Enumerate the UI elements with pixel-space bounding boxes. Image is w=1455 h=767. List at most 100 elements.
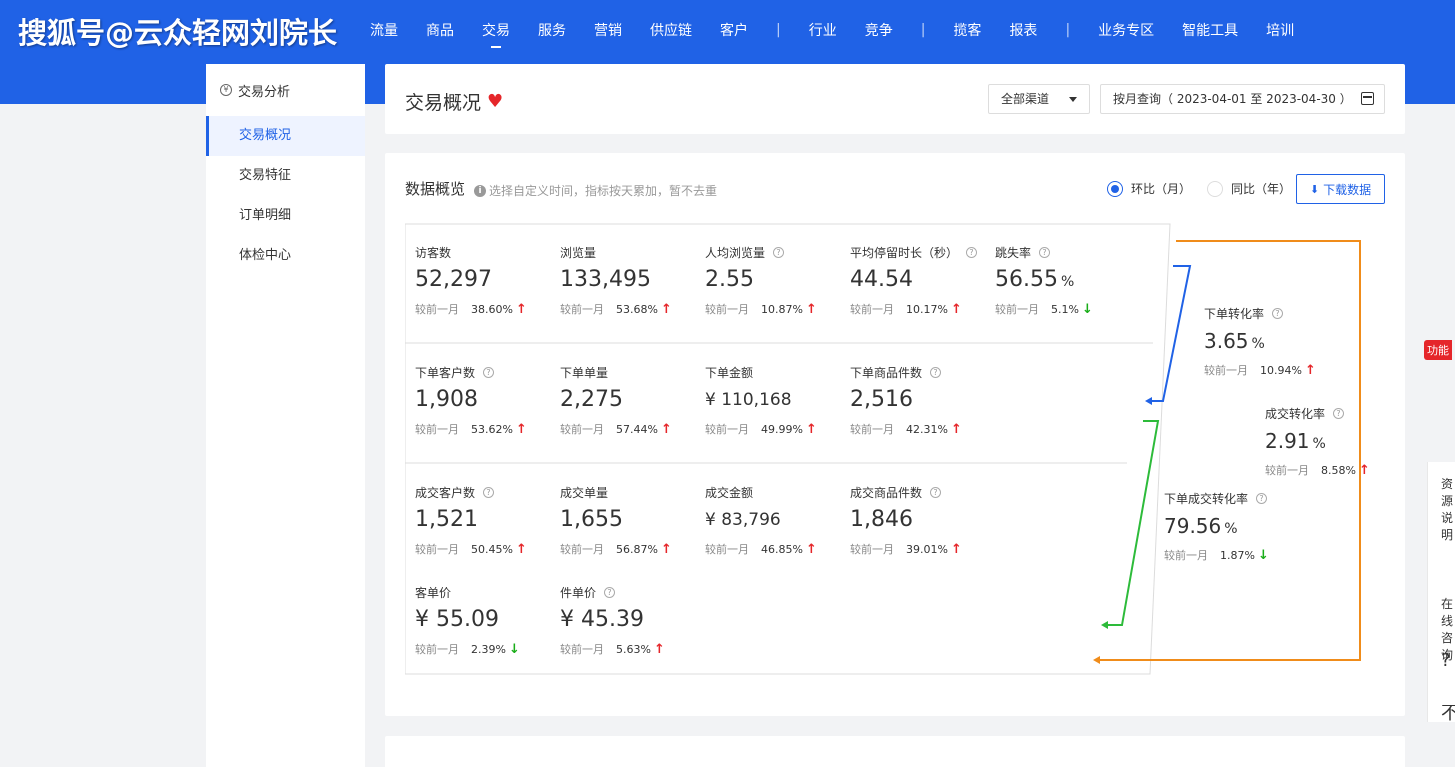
download-icon: ⬇ [1309,182,1320,196]
side-tool-docs[interactable]: 资源说明 [1441,476,1455,544]
sidebar-item-2[interactable]: 订单明细 [206,196,365,236]
arrow-up-icon: ↑ [950,301,962,317]
feature-tag[interactable]: 功能 [1424,340,1452,360]
sidebar-heading: ¥ 交易分析 [206,64,365,116]
metric-unit: % [1251,336,1265,352]
side-tool-help[interactable]: ? [1441,652,1455,669]
arrow-up-icon: ↑ [515,421,527,437]
metric-unit: % [1224,521,1238,537]
metric-value: 1,908 [415,387,478,412]
metric-value: 44.54 [850,267,913,292]
metric-label: 下单成交转化率? [1164,491,1304,506]
conversion-flow: 下单转化率? 3.65% 较前一月 10.94% ↑ 成交转化率? 2.91% 较前一月 8.5… [1085,233,1405,693]
side-tool-more[interactable]: 不 [1441,705,1455,722]
nav-item-0[interactable]: 流量 [370,20,398,40]
sidebar-heading-label: 交易分析 [238,84,291,100]
sidebar-item-0[interactable]: 交易概况 [206,116,365,156]
nav-item-4[interactable]: 营销 [594,20,622,40]
nav-item-8[interactable]: 行业 [809,20,837,40]
nav-item-15[interactable]: 智能工具 [1182,20,1238,40]
metric-label: 下单商品件数? [850,365,990,380]
help-icon[interactable]: ? [930,486,942,498]
nav-item-11[interactable]: 揽客 [953,20,981,40]
channel-select[interactable]: 全部渠道 [988,84,1090,114]
nav-item-2[interactable]: 交易 [482,20,510,48]
metric-label: 成交商品件数? [850,485,990,500]
metric-change: 57.44% [616,422,658,436]
metric-label: 下单客户数? [415,365,555,380]
metric-value: 2,516 [850,387,913,412]
radio-yoy-dot[interactable] [1207,180,1224,197]
radio-mom[interactable]: 环比（月） [1107,180,1191,197]
metric-value: 2.55 [705,267,754,292]
metric-label: 成交转化率? [1265,406,1405,421]
metric-label: 成交金额 [705,485,754,500]
metric-card: 平均停留时长（秒）? 44.54 较前一月 10.17% ↑ [850,245,990,317]
metric-card: 成交客户数? 1,521 较前一月 50.45% ↑ [415,485,555,557]
arrow-up-icon: ↑ [805,421,817,437]
metric-label: 下单转化率? [1204,306,1344,321]
overview-card: 数据概览 i 选择自定义时间，指标按天累加，暂不去重 环比（月） 同比（年） ⬇… [385,153,1405,716]
metric-compare: 较前一月 39.01% ↑ [850,541,962,557]
metric-change: 10.94% [1260,363,1302,377]
metric-change: 5.63% [616,642,651,656]
metric-card: 件单价? ¥ 45.39 较前一月 5.63% ↑ [560,585,700,657]
nav-item-16[interactable]: 培训 [1266,20,1294,40]
overview-title: 数据概览 [405,180,466,198]
metric-change: 8.58% [1321,463,1356,477]
help-icon[interactable]: ? [966,246,978,258]
sidebar-items: 交易概况 交易特征 订单明细 体检中心 [206,116,365,276]
side-tools-panel: 资源说明 在线咨询 ? 不 [1427,462,1455,722]
metric-value: 1,655 [560,507,623,532]
arrow-up-icon: ↑ [660,301,672,317]
metric-change: 2.39% [471,642,506,656]
metric-change: 38.60% [471,302,513,316]
compare-radio-group: 环比（月） 同比（年） [1107,180,1307,197]
date-range-picker[interactable]: 按月查询（ 2023-04-01 至 2023-04-30 ） [1100,84,1385,114]
radio-mom-dot[interactable] [1107,180,1123,197]
metric-card: 成交商品件数? 1,846 较前一月 39.01% ↑ [850,485,990,557]
arrow-up-icon: ↑ [1358,462,1370,478]
metric-change: 53.68% [616,302,658,316]
favorite-heart-icon[interactable]: ♥ [487,91,503,112]
metric-value: 133,495 [560,267,651,292]
radio-mom-label: 环比（月） [1131,182,1192,196]
help-icon[interactable]: ? [930,366,942,378]
help-icon[interactable]: ? [604,586,616,598]
metric-compare: 较前一月 10.94% ↑ [1204,362,1316,378]
sidebar-item-3[interactable]: 体检中心 [206,236,365,276]
help-icon[interactable]: ? [1256,492,1268,504]
help-icon[interactable]: ? [773,246,785,258]
blue-arrow-line [1147,265,1192,402]
metric-compare: 较前一月 5.63% ↑ [560,641,665,657]
nav-item-3[interactable]: 服务 [538,20,566,40]
metric-compare: 较前一月 49.99% ↑ [705,421,817,437]
help-icon[interactable]: ? [483,366,495,378]
date-range-value: 按月查询（ 2023-04-01 至 2023-04-30 ） [1113,92,1352,106]
help-icon[interactable]: ? [483,486,495,498]
help-icon[interactable]: ? [1039,246,1051,258]
help-icon[interactable]: ? [1272,307,1284,319]
arrow-up-icon: ↑ [515,541,527,557]
metric-label: 浏览量 [560,245,597,260]
radio-yoy[interactable]: 同比（年） [1207,180,1291,197]
sidebar-item-1[interactable]: 交易特征 [206,156,365,196]
nav-item-9[interactable]: 竞争 [865,20,893,40]
metric-compare: 较前一月 46.85% ↑ [705,541,817,557]
arrow-up-icon: ↑ [805,541,817,557]
nav-item-6[interactable]: 客户 [720,20,748,40]
nav-item-1[interactable]: 商品 [426,20,454,40]
page-title: 交易概况 ♥ [405,88,503,115]
header-card: 交易概况 ♥ 全部渠道 按月查询（ 2023-04-01 至 2023-04-3… [385,64,1405,134]
download-data-button[interactable]: ⬇ 下载数据 [1296,174,1385,204]
nav-item-12[interactable]: 报表 [1009,20,1037,40]
help-icon[interactable]: ? [1333,407,1345,419]
nav-item-14[interactable]: 业务专区 [1098,20,1154,40]
metric-value: 2,275 [560,387,623,412]
metric-card: 人均浏览量? 2.55 较前一月 10.87% ↑ [705,245,845,317]
nav-item-5[interactable]: 供应链 [650,20,692,40]
arrow-down-icon: ↓ [508,641,520,657]
metric-card: 成交单量 1,655 较前一月 56.87% ↑ [560,485,700,557]
metric-card: 下单客户数? 1,908 较前一月 53.62% ↑ [415,365,555,437]
nav-separator: | [920,22,926,38]
